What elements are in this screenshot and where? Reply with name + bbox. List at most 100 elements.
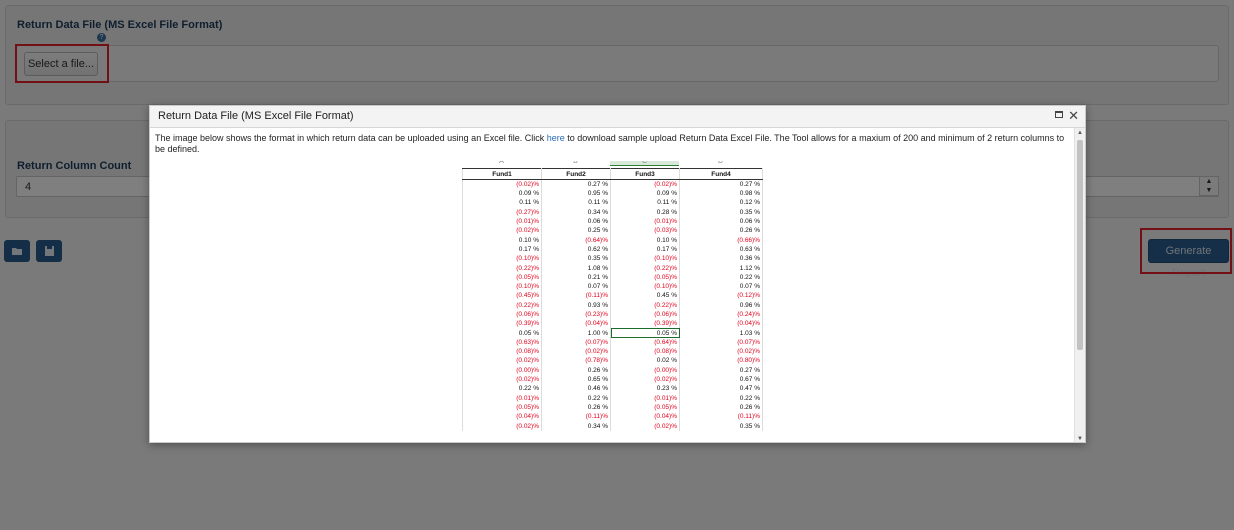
table-row: (0.22)% 0.93 % (0.22)% 0.96 %: [462, 300, 763, 310]
table-cell: (0.12)%: [679, 291, 763, 301]
table-cell: (0.03)%: [610, 226, 680, 236]
table-row: (0.05)% 0.21 % (0.05)% 0.22 %: [462, 272, 763, 282]
table-row: 0.17 % 0.62 % 0.17 % 0.63 %: [462, 244, 763, 255]
table-row: (0.22)% 1.08 % (0.22)% 1.12 %: [462, 263, 763, 273]
table-cell: (0.02)%: [462, 421, 542, 431]
table-cell: (0.05)%: [610, 272, 680, 282]
table-cell: 0.26 %: [679, 226, 763, 236]
table-cell: 0.22 %: [541, 393, 611, 403]
table-cell: 0.46 %: [541, 384, 611, 394]
table-row: (0.45)% (0.11)% 0.45 % (0.12)%: [462, 291, 763, 301]
table-cell: 0.34 %: [541, 421, 611, 431]
header-fund4: Fund4: [679, 168, 763, 180]
table-cell: (0.02)%: [610, 179, 680, 189]
table-row: 0.05 % 1.00 % 0.05 % 1.03 %: [462, 328, 763, 338]
dialog-title: Return Data File (MS Excel File Format): [158, 110, 354, 122]
table-cell: 0.63 %: [679, 244, 763, 255]
table-cell: (0.02)%: [462, 179, 542, 189]
table-cell: (0.05)%: [610, 402, 680, 413]
scroll-thumb[interactable]: [1077, 140, 1083, 350]
table-cell: 0.10 %: [610, 235, 680, 245]
table-cell: (0.06)%: [462, 309, 542, 320]
dialog-scrollbar[interactable]: ▲ ▼: [1074, 128, 1085, 442]
table-cell: (0.02)%: [610, 421, 680, 431]
table-cell: (0.24)%: [679, 309, 763, 320]
table-cell: (0.45)%: [462, 291, 542, 301]
desc-text-before: The image below shows the format in whic…: [155, 133, 547, 143]
table-cell: 0.17 %: [610, 244, 680, 255]
column-letters: A B C D: [462, 161, 762, 168]
table-row: (0.05)% 0.26 % (0.05)% 0.26 %: [462, 402, 763, 413]
table-cell: (0.11)%: [541, 291, 611, 301]
table-cell: 0.02 %: [610, 356, 680, 366]
col-letter-c: C: [610, 161, 679, 166]
table-cell: 0.06 %: [679, 216, 763, 227]
excel-data-table: Fund1 Fund2 Fund3 Fund4 (0.02)% 0.27 % (0.…: [462, 168, 763, 431]
table-cell: (0.02)%: [462, 374, 542, 385]
table-cell: (0.39)%: [610, 319, 680, 329]
table-cell: 0.26 %: [679, 402, 763, 413]
dialog-description: The image below shows the format in whic…: [155, 133, 1070, 155]
table-row: (0.02)% 0.65 % (0.02)% 0.67 %: [462, 374, 763, 385]
table-cell: (0.64)%: [610, 337, 680, 348]
table-cell: 0.11 %: [610, 198, 680, 208]
table-cell: (0.07)%: [679, 337, 763, 348]
table-cell: (0.10)%: [610, 281, 680, 292]
table-cell: 0.35 %: [679, 421, 763, 431]
table-cell: (0.10)%: [462, 254, 542, 264]
table-cell: (0.66)%: [679, 235, 763, 245]
table-cell: (0.11)%: [541, 412, 611, 422]
maximize-icon[interactable]: [1055, 111, 1063, 118]
table-row: (0.10)% 0.07 % (0.10)% 0.07 %: [462, 281, 763, 292]
table-cell: 0.96 %: [679, 300, 763, 310]
col-letter-d: D: [717, 161, 724, 165]
download-sample-link[interactable]: here: [547, 133, 565, 143]
table-cell: (0.02)%: [462, 356, 542, 366]
table-cell: (0.00)%: [462, 365, 542, 375]
dialog-titlebar: Return Data File (MS Excel File Format) …: [150, 106, 1085, 128]
table-cell: 1.03 %: [679, 328, 763, 338]
table-row: (0.01)% 0.06 % (0.01)% 0.06 %: [462, 216, 763, 227]
table-cell: 0.26 %: [541, 365, 611, 375]
table-cell: (0.08)%: [462, 347, 542, 357]
table-cell: (0.04)%: [462, 412, 542, 422]
table-cell: 0.06 %: [541, 216, 611, 227]
table-cell: 0.12 %: [679, 198, 763, 208]
header-row: Fund1 Fund2 Fund3 Fund4: [462, 168, 763, 180]
col-letter-a: A: [499, 161, 504, 165]
table-cell: 0.09 %: [610, 189, 680, 199]
table-row: 0.09 % 0.95 % 0.09 % 0.98 %: [462, 189, 763, 199]
table-cell: (0.22)%: [610, 300, 680, 310]
close-icon[interactable]: ✕: [1068, 108, 1079, 124]
table-row: (0.00)% 0.26 % (0.00)% 0.27 %: [462, 365, 763, 375]
table-cell: 0.98 %: [679, 189, 763, 199]
table-row: (0.08)% (0.02)% (0.08)% (0.02)%: [462, 347, 763, 357]
table-cell: (0.04)%: [541, 319, 611, 329]
table-cell: (0.64)%: [541, 235, 611, 245]
table-cell: (0.00)%: [610, 365, 680, 375]
table-cell: 0.45 %: [610, 291, 680, 301]
table-cell: 0.07 %: [541, 281, 611, 292]
table-cell: 0.26 %: [541, 402, 611, 413]
table-cell: 0.67 %: [679, 374, 763, 385]
table-cell: (0.02)%: [610, 374, 680, 385]
table-cell: (0.27)%: [462, 207, 542, 217]
table-cell: (0.22)%: [610, 263, 680, 273]
table-cell: (0.02)%: [679, 347, 763, 357]
scroll-down-icon[interactable]: ▼: [1075, 434, 1085, 442]
scroll-up-icon[interactable]: ▲: [1075, 128, 1085, 138]
table-row: 0.10 % (0.64)% 0.10 % (0.66)%: [462, 235, 763, 245]
table-cell: 0.35 %: [541, 254, 611, 264]
table-cell: (0.01)%: [610, 393, 680, 403]
table-row: (0.02)% (0.78)% 0.02 % (0.80)%: [462, 356, 763, 366]
table-row: 0.11 % 0.11 % 0.11 % 0.12 %: [462, 198, 763, 208]
header-fund1: Fund1: [462, 168, 542, 180]
table-cell: (0.10)%: [610, 254, 680, 264]
table-cell: 0.47 %: [679, 384, 763, 394]
table-cell: (0.01)%: [462, 393, 542, 403]
table-cell: 0.27 %: [679, 365, 763, 375]
table-cell: 0.22 %: [679, 393, 763, 403]
dialog-body: The image below shows the format in whic…: [150, 128, 1075, 442]
table-cell: (0.22)%: [462, 263, 542, 273]
table-row: (0.01)% 0.22 % (0.01)% 0.22 %: [462, 393, 763, 403]
